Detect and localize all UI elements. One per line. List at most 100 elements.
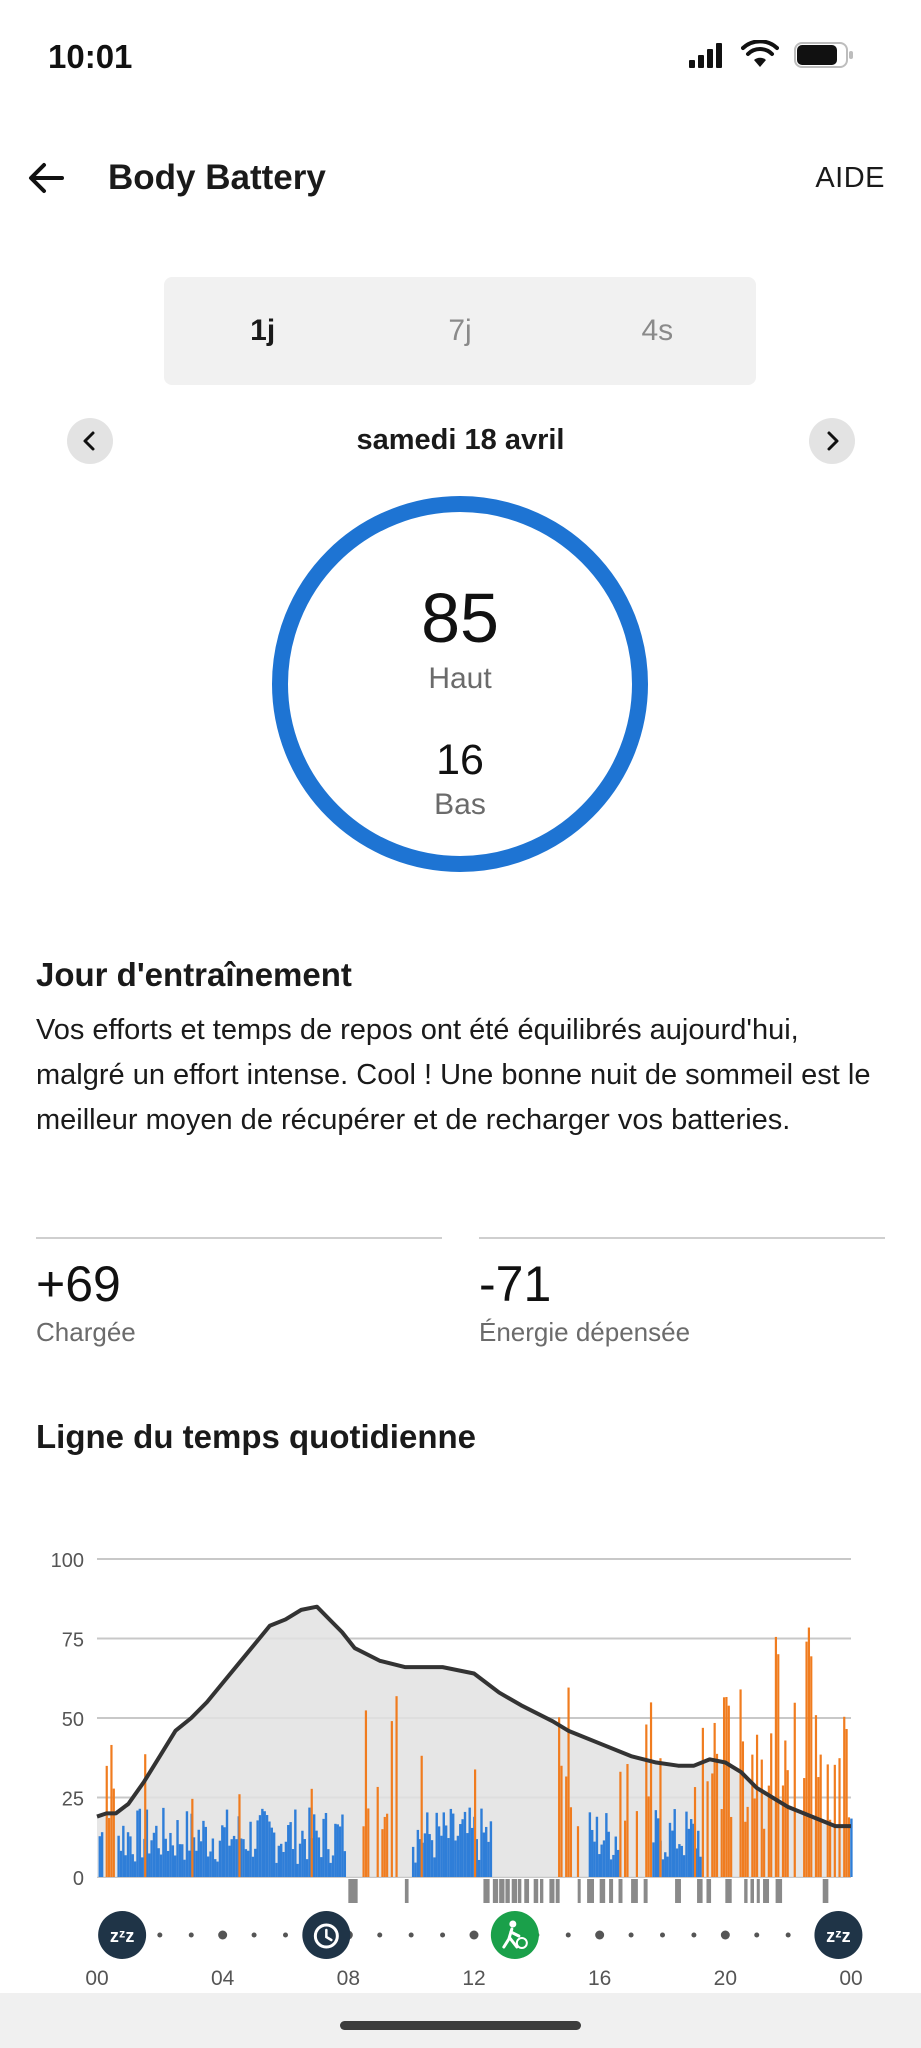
rest-bar [430, 1840, 434, 1877]
charged-value: +69 [36, 1256, 121, 1312]
stress-bar [191, 1798, 194, 1877]
insight-title: Jour d'entraînement [36, 956, 352, 993]
rest-bar [454, 1840, 457, 1877]
rest-bar [699, 1856, 702, 1877]
activity-tick [539, 1879, 544, 1903]
rest-bar [595, 1816, 599, 1877]
tab-7-days[interactable]: 7j [361, 277, 558, 385]
rest-bar [673, 1809, 676, 1877]
rest-bar [223, 1827, 226, 1877]
stress-bar [362, 1826, 365, 1877]
activity-tick [549, 1879, 555, 1903]
rest-bar [466, 1833, 469, 1877]
activity-tick [587, 1879, 595, 1903]
next-day-button[interactable] [809, 418, 855, 464]
rest-bar [218, 1840, 222, 1877]
stress-bar [777, 1654, 780, 1877]
x-tick-label: 00 [839, 1967, 862, 1990]
rest-bar [181, 1844, 184, 1877]
activity-tick [577, 1879, 581, 1903]
home-indicator[interactable] [340, 2021, 581, 2030]
rest-bar [426, 1812, 429, 1877]
rest-bar [666, 1856, 669, 1877]
rest-bar [126, 1832, 130, 1877]
x-tick-label: 04 [211, 1967, 235, 1990]
rest-bar [284, 1841, 288, 1877]
y-tick-label: 100 [51, 1550, 84, 1572]
rest-bar [171, 1845, 175, 1877]
rest-bar [461, 1819, 464, 1877]
stress-bar [701, 1727, 704, 1877]
rest-bar [598, 1854, 601, 1877]
rest-bar [214, 1859, 217, 1877]
rest-bar [423, 1833, 427, 1877]
stress-bar [624, 1820, 627, 1877]
rest-bar [447, 1838, 450, 1877]
rest-bar [254, 1848, 257, 1877]
rest-bar [689, 1819, 693, 1877]
stress-bar [649, 1702, 653, 1877]
activity-tick [555, 1879, 560, 1903]
rest-bar [449, 1808, 453, 1877]
rest-bar [470, 1827, 474, 1877]
rest-bar [199, 1841, 203, 1877]
stress-bar [567, 1687, 570, 1877]
rest-bar [294, 1809, 297, 1877]
activity-tick [675, 1879, 681, 1903]
stress-bar [310, 1788, 313, 1877]
status-bar: 10:01 [0, 0, 921, 110]
stress-bar [722, 1697, 726, 1877]
rest-bar [588, 1812, 592, 1877]
rest-bar [338, 1826, 342, 1877]
activity-tick [351, 1879, 358, 1903]
stress-bar [843, 1716, 846, 1877]
home-area [0, 1993, 921, 2048]
activity-tick [492, 1879, 499, 1903]
tab-4-weeks[interactable]: 4s [559, 277, 756, 385]
rest-bar [138, 1808, 142, 1877]
charged-stat: +69 Chargée [36, 1237, 442, 1348]
timeline-dot [720, 1930, 730, 1940]
stress-bar [693, 1787, 697, 1877]
timeline-dot [157, 1932, 163, 1938]
rest-bar [275, 1862, 278, 1877]
stress-bar [763, 1828, 766, 1877]
rest-bar [602, 1840, 606, 1877]
stress-bar [767, 1785, 770, 1877]
timeline-chart[interactable]: 100 75 50 25 0 zᶻz zᶻz 00 04 08 12 16 20 00 [0, 1500, 921, 2000]
rest-bar [320, 1857, 323, 1877]
rest-bar [206, 1856, 210, 1877]
stress-bar [730, 1816, 733, 1877]
rest-bar [682, 1855, 686, 1877]
rest-bar [176, 1820, 179, 1877]
rest-bar [280, 1843, 283, 1877]
rest-bar [341, 1814, 344, 1877]
back-button[interactable] [22, 154, 70, 202]
rest-bar [433, 1857, 436, 1877]
timeline-dot [408, 1932, 414, 1938]
sleep-icon-glyph: zᶻz [826, 1926, 851, 1946]
timeline-dot [469, 1930, 479, 1940]
stress-bar [711, 1773, 714, 1877]
activity-tick [618, 1879, 623, 1903]
rest-bar [487, 1841, 490, 1877]
rest-bar [183, 1859, 186, 1877]
y-tick-label: 0 [73, 1868, 84, 1890]
stress-bar [819, 1754, 822, 1877]
stress-bar [112, 1788, 115, 1877]
rest-bar [155, 1825, 158, 1877]
date-navigation: samedi 18 avril [0, 416, 921, 466]
help-button[interactable]: AIDE [815, 162, 885, 195]
rest-bar [287, 1825, 290, 1877]
rest-bar [327, 1849, 330, 1877]
tab-1-day[interactable]: 1j [164, 277, 361, 385]
rest-bar [221, 1825, 224, 1877]
rest-bar [463, 1811, 467, 1877]
rest-bar [258, 1815, 262, 1877]
rest-bar [329, 1862, 332, 1877]
rest-bar [277, 1845, 281, 1877]
rest-bar [480, 1808, 483, 1877]
rest-bar [600, 1844, 603, 1877]
spent-label: Énergie dépensée [479, 1317, 691, 1347]
stress-bar [793, 1702, 796, 1877]
